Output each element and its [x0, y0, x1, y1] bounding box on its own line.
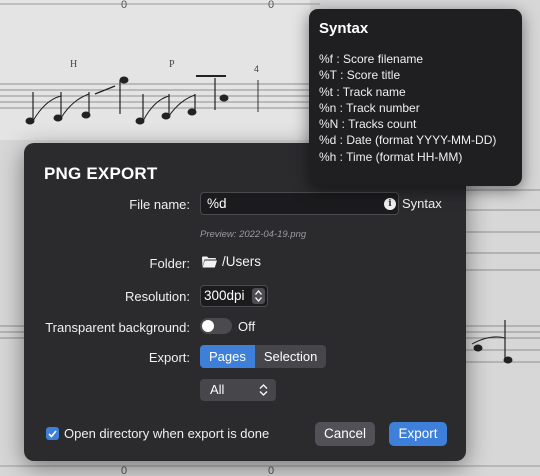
syntax-item: %h : Time (format HH-MM) — [319, 149, 463, 164]
score-label: 0 — [268, 465, 274, 476]
syntax-label: Syntax — [402, 196, 442, 211]
file-name-input[interactable]: %d — [200, 192, 399, 215]
syntax-button[interactable]: i Syntax — [384, 196, 442, 211]
pages-select[interactable]: All — [200, 379, 276, 401]
resolution-label: Resolution: — [124, 289, 190, 304]
score-label: 0 — [268, 0, 274, 11]
syntax-item: %N : Tracks count — [319, 117, 417, 132]
export-label: Export: — [148, 350, 190, 365]
folder-path: /Users — [222, 254, 262, 269]
score-label: 0 — [121, 0, 127, 11]
cancel-button[interactable]: Cancel — [315, 422, 375, 446]
transparent-bg-state: Off — [238, 319, 256, 334]
folder-icon — [202, 256, 217, 267]
dialog-title: PNG EXPORT — [44, 164, 158, 183]
chevron-updown-icon — [259, 384, 268, 396]
transparent-bg-label: Transparent background: — [45, 320, 190, 335]
folder-label: Folder: — [149, 256, 190, 271]
png-export-dialog: PNG EXPORT File name: %d i Syntax Previe… — [24, 143, 466, 461]
syntax-item: %n : Track number — [319, 100, 420, 115]
info-icon: i — [384, 197, 396, 210]
export-pages-option[interactable]: Pages — [200, 345, 255, 368]
syntax-list: %f : Score filename %T : Score title %t … — [319, 51, 496, 165]
filename-preview: Preview: 2022-04-19.png — [200, 229, 307, 240]
syntax-item: %d : Date (format YYYY-MM-DD) — [319, 133, 497, 148]
folder-picker[interactable]: /Users — [202, 254, 261, 269]
syntax-tooltip: Syntax %f : Score filename %T : Score ti… — [309, 9, 522, 186]
open-directory-option[interactable]: Open directory when export is done — [46, 426, 269, 441]
tooltip-title: Syntax — [319, 20, 369, 37]
resolution-field[interactable]: 300dpi — [200, 285, 268, 307]
score-label: 0 — [121, 465, 127, 476]
syntax-item: %t : Track name — [319, 84, 406, 99]
score-label: 4 — [254, 64, 259, 74]
chevron-down-icon — [255, 297, 262, 302]
chevron-up-icon — [255, 290, 262, 295]
resolution-stepper[interactable] — [252, 288, 265, 304]
export-scope-segmented: Pages Selection — [200, 345, 327, 368]
pages-select-value: All — [210, 382, 225, 397]
open-directory-checkbox[interactable] — [46, 427, 59, 440]
checkmark-icon — [48, 429, 57, 438]
file-name-label: File name: — [129, 197, 190, 212]
toggle-knob — [202, 320, 214, 332]
syntax-item: %T : Score title — [319, 68, 401, 83]
open-directory-label: Open directory when export is done — [64, 426, 270, 441]
score-label: P — [169, 59, 175, 70]
transparent-bg-toggle[interactable] — [200, 318, 232, 334]
resolution-value: 300dpi — [204, 288, 245, 303]
export-selection-option[interactable]: Selection — [254, 345, 327, 368]
score-label: H — [70, 59, 77, 70]
syntax-item: %f : Score filename — [319, 52, 424, 66]
export-button[interactable]: Export — [389, 422, 447, 446]
